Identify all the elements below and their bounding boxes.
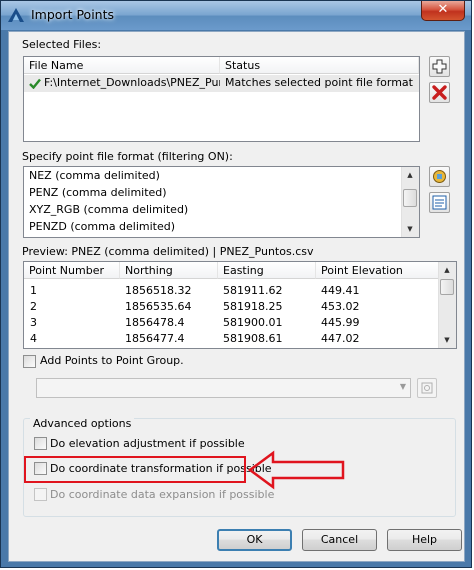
scroll-down-icon[interactable]: ▼ xyxy=(402,221,418,237)
preview-scrollbar[interactable]: ▲ ▼ xyxy=(438,262,456,348)
cell-northing: 1856535.64 xyxy=(125,300,192,313)
point-group-picker-button[interactable] xyxy=(417,378,437,398)
import-points-dialog: Import Points ✕ Selected Files: File Nam… xyxy=(0,0,472,568)
scroll-thumb[interactable] xyxy=(403,189,417,207)
window-title: Import Points xyxy=(31,7,115,22)
highlight-box-annotation xyxy=(24,456,246,483)
cancel-button[interactable]: Cancel xyxy=(302,529,377,551)
cell-point-number: 3 xyxy=(30,316,37,329)
coordinate-expansion-checkbox[interactable] xyxy=(34,488,47,501)
dialog-body: Selected Files: File Name Status F:\Inte… xyxy=(8,31,465,562)
point-group-combo[interactable]: ▼ xyxy=(36,378,411,398)
selected-files-label: Selected Files: xyxy=(22,38,102,51)
preview-label: Preview: PNEZ (comma delimited) | PNEZ_P… xyxy=(22,245,314,258)
column-header-status[interactable]: Status xyxy=(220,57,419,74)
help-button[interactable]: Help xyxy=(387,529,462,551)
file-row[interactable]: F:\Internet_Downloads\PNEZ_Punt... Match… xyxy=(24,75,419,92)
cell-point-number: 2 xyxy=(30,300,37,313)
format-option[interactable]: XYZ_RGB (comma delimited) xyxy=(29,202,188,218)
advanced-options-title: Advanced options xyxy=(30,417,135,430)
column-header-point-elevation[interactable]: Point Elevation xyxy=(316,262,440,279)
cell-northing: 1856518.32 xyxy=(125,284,192,297)
elevation-adjustment-label: Do elevation adjustment if possible xyxy=(50,437,245,450)
cell-easting: 581918.25 xyxy=(223,300,283,313)
cell-point-number: 4 xyxy=(30,332,37,345)
cell-easting: 581900.01 xyxy=(223,316,283,329)
ok-button[interactable]: OK xyxy=(217,529,292,551)
scroll-down-icon[interactable]: ▼ xyxy=(439,332,455,348)
close-icon: ✕ xyxy=(437,2,449,17)
add-files-button[interactable] xyxy=(429,56,450,77)
red-arrow-annotation xyxy=(247,450,345,490)
file-status-cell: Matches selected point file format xyxy=(225,76,413,89)
elevation-adjustment-checkbox[interactable] xyxy=(34,437,47,450)
red-x-icon xyxy=(432,85,447,100)
file-name-cell: F:\Internet_Downloads\PNEZ_Punt... xyxy=(44,76,220,89)
chevron-down-icon: ▼ xyxy=(399,382,406,391)
format-option[interactable]: PENZ (comma delimited) xyxy=(29,185,167,201)
column-header-easting[interactable]: Easting xyxy=(218,262,316,279)
table-row[interactable]: 4 1856477.4 581908.61 447.02 xyxy=(24,331,440,347)
file-format-list[interactable]: NEZ (comma delimited) PENZ (comma delimi… xyxy=(23,166,420,238)
manage-formats-button[interactable] xyxy=(429,192,450,213)
format-list-icon xyxy=(432,195,447,210)
cell-northing: 1856478.4 xyxy=(125,316,185,329)
cell-elevation: 445.99 xyxy=(321,316,360,329)
title-bar[interactable]: Import Points ✕ xyxy=(1,1,471,30)
cell-easting: 581908.61 xyxy=(223,332,283,345)
add-to-point-group-checkbox[interactable] xyxy=(23,355,36,368)
plus-icon xyxy=(432,59,447,74)
cell-easting: 581911.62 xyxy=(223,284,283,297)
coordinate-expansion-label: Do coordinate data expansion if possible xyxy=(50,488,275,501)
table-row[interactable]: 1 1856518.32 581911.62 449.41 xyxy=(24,283,440,299)
remove-files-button[interactable] xyxy=(429,82,450,103)
table-row[interactable]: 3 1856478.4 581900.01 445.99 xyxy=(24,315,440,331)
file-format-label: Specify point file format (filtering ON)… xyxy=(22,150,233,163)
cell-point-number: 1 xyxy=(30,284,37,297)
scroll-up-icon[interactable]: ▲ xyxy=(402,167,418,183)
pick-point-group-icon xyxy=(421,382,433,394)
civil3d-app-icon xyxy=(8,8,24,22)
format-option[interactable]: NEZ (comma delimited) xyxy=(29,168,160,184)
selected-files-list[interactable]: File Name Status F:\Internet_Downloads\P… xyxy=(23,56,420,142)
add-to-point-group-label: Add Points to Point Group. xyxy=(40,354,184,367)
column-header-point-number[interactable]: Point Number xyxy=(24,262,120,279)
scroll-thumb[interactable] xyxy=(440,279,454,295)
scroll-up-icon[interactable]: ▲ xyxy=(439,262,455,278)
format-list-scrollbar[interactable]: ▲ ▼ xyxy=(401,167,419,237)
cell-elevation: 449.41 xyxy=(321,284,360,297)
format-option[interactable]: PENZD (comma delimited) xyxy=(29,219,175,235)
checkmark-icon xyxy=(29,78,41,89)
close-button[interactable]: ✕ xyxy=(421,1,465,21)
cell-elevation: 453.02 xyxy=(321,300,360,313)
format-edit-icon xyxy=(433,170,446,183)
column-header-northing[interactable]: Northing xyxy=(120,262,218,279)
cell-elevation: 447.02 xyxy=(321,332,360,345)
cell-northing: 1856477.4 xyxy=(125,332,185,345)
preview-table[interactable]: Point Number Northing Easting Point Elev… xyxy=(23,261,457,349)
table-row[interactable]: 2 1856535.64 581918.25 453.02 xyxy=(24,299,440,315)
column-header-file-name[interactable]: File Name xyxy=(24,57,220,74)
edit-format-button[interactable] xyxy=(429,166,450,187)
